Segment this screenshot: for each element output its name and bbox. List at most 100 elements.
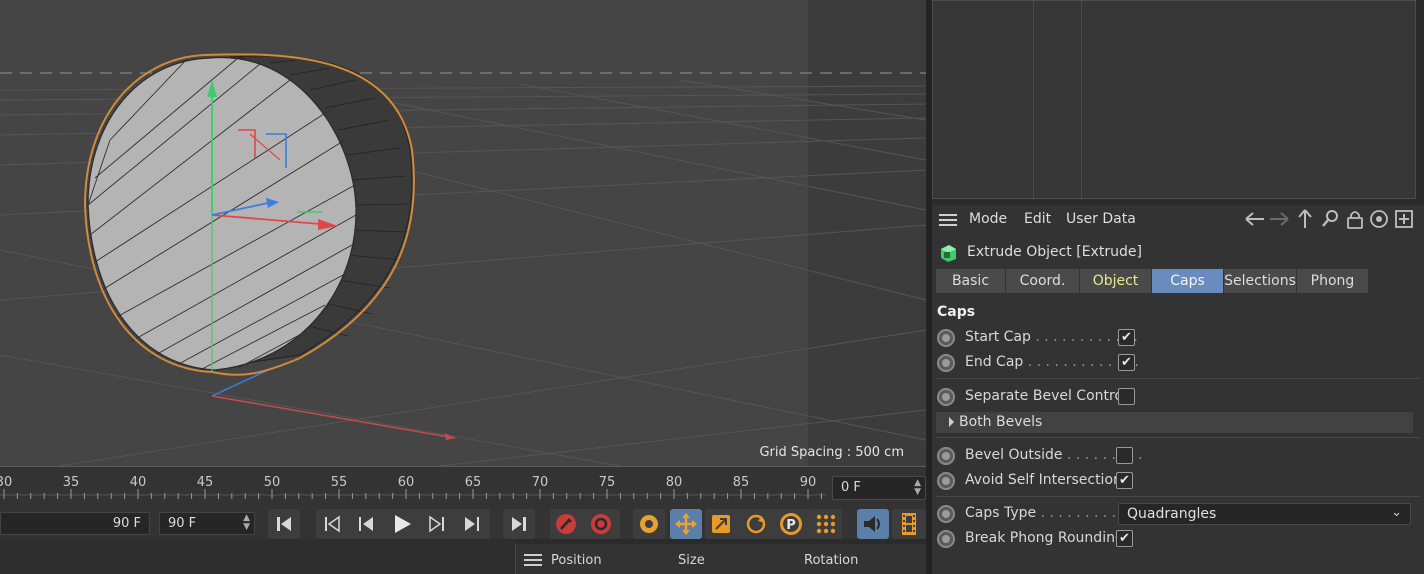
divider [936, 378, 1420, 379]
menu-user-data[interactable]: User Data [1066, 211, 1136, 227]
spinner-icon[interactable]: ▲ ▼ [243, 514, 250, 532]
go-to-start-icon [277, 517, 291, 531]
attribute-menubar: Mode Edit User Data [932, 205, 1424, 233]
separate-bevel-checkbox[interactable] [1118, 388, 1135, 405]
param-label: Break Phong Rounding [965, 530, 1124, 546]
tick-label: 35 [62, 475, 80, 490]
arrow-left-icon[interactable] [1244, 209, 1268, 229]
next-key-button[interactable] [456, 509, 488, 539]
go-to-start-button[interactable] [268, 509, 300, 539]
tick-label: 90 [799, 475, 817, 490]
animate-dot-icon[interactable] [937, 530, 955, 548]
lock-icon[interactable] [1345, 209, 1365, 229]
column-divider [1081, 1, 1082, 200]
tab-selections[interactable]: Selections [1224, 269, 1297, 293]
expand-triangle-icon[interactable] [949, 417, 954, 427]
position-header: Position [551, 553, 602, 568]
preview-end-field[interactable]: 90 F ▲ ▼ [159, 512, 255, 535]
prev-key-button[interactable] [316, 509, 348, 539]
tick-label: 60 [397, 475, 415, 490]
param-avoid-self-intersections: Avoid Self Intersections ✔ [932, 469, 1424, 493]
tick-label: 80 [665, 475, 683, 490]
size-header: Size [678, 553, 705, 568]
tab-coord[interactable]: Coord. [1006, 269, 1080, 293]
tick-label: 40 [129, 475, 147, 490]
go-to-end-icon [512, 517, 526, 531]
hamburger-icon[interactable] [524, 553, 542, 567]
end-cap-checkbox[interactable]: ✔ [1118, 354, 1135, 371]
attribute-tabs: Basic Coord. Object Caps Selections Phon… [936, 269, 1369, 293]
divider [936, 437, 1420, 438]
timeline-ruler[interactable]: 30 35 40 45 50 55 60 65 70 75 80 85 90 0… [0, 466, 926, 509]
arrow-right-icon[interactable] [1268, 209, 1292, 229]
param-label: End Cap [965, 354, 1024, 370]
play-icon [395, 515, 411, 533]
tick-label: 30 [0, 475, 13, 490]
caps-type-dropdown[interactable]: Quadrangles ⌄ [1118, 503, 1411, 525]
tab-caps[interactable]: Caps [1152, 269, 1224, 293]
go-to-end-button[interactable] [503, 509, 535, 539]
tick-label: 85 [732, 475, 750, 490]
prev-frame-icon [359, 517, 373, 531]
animate-dot-icon[interactable] [937, 329, 955, 347]
record-key-button[interactable] [550, 509, 582, 539]
film-button[interactable] [892, 509, 926, 539]
both-bevels-group[interactable]: Both Bevels [936, 412, 1413, 433]
search-icon[interactable] [1321, 209, 1341, 229]
rotate-key-button[interactable] [740, 509, 772, 539]
coordinate-manager-header: Position Size Rotation [515, 544, 926, 574]
gear-icon [640, 515, 658, 533]
new-panel-icon[interactable] [1394, 209, 1414, 229]
target-icon[interactable] [1369, 209, 1389, 229]
next-key-icon [465, 517, 479, 531]
prev-key-icon [325, 515, 340, 533]
pla-key-button[interactable] [810, 509, 842, 539]
break-phong-checkbox[interactable]: ✔ [1116, 530, 1133, 547]
animate-dot-icon[interactable] [937, 472, 955, 490]
svg-text:P: P [786, 518, 796, 533]
3d-viewport[interactable]: Grid Spacing : 500 cm [0, 0, 926, 466]
animate-dot-icon[interactable] [937, 505, 955, 523]
chevron-down-icon: ⌄ [1391, 505, 1402, 520]
move-key-button[interactable] [670, 509, 702, 539]
param-label: Start Cap [965, 329, 1031, 345]
speaker-icon [864, 516, 880, 532]
sound-button[interactable] [857, 509, 889, 539]
keyframe-selection-button[interactable] [633, 509, 665, 539]
spinner-icon[interactable]: ▲ ▼ [914, 479, 921, 497]
end-frame-field[interactable]: 90 F [0, 512, 150, 535]
scale-key-button[interactable] [705, 509, 737, 539]
avoid-self-checkbox[interactable]: ✔ [1116, 472, 1133, 489]
start-cap-checkbox[interactable]: ✔ [1118, 329, 1135, 346]
animate-dot-icon[interactable] [937, 447, 955, 465]
arrow-up-icon[interactable] [1296, 208, 1314, 230]
auto-key-button[interactable] [585, 509, 617, 539]
animate-dot-icon[interactable] [937, 354, 955, 372]
hamburger-icon[interactable] [939, 213, 957, 227]
caps-type-value: Quadrangles [1127, 506, 1217, 522]
point-grid-icon [816, 514, 836, 534]
next-frame-button[interactable] [421, 509, 453, 539]
tick-label: 50 [263, 475, 281, 490]
object-manager[interactable] [932, 0, 1416, 200]
menu-edit[interactable]: Edit [1024, 211, 1051, 227]
prev-frame-button[interactable] [350, 509, 382, 539]
bevel-outside-checkbox[interactable] [1116, 447, 1133, 464]
tab-object[interactable]: Object [1080, 269, 1152, 293]
tab-basic[interactable]: Basic [936, 269, 1006, 293]
play-button[interactable] [386, 509, 418, 539]
param-label: Avoid Self Intersections [965, 472, 1130, 488]
param-end-cap: End Cap . . . . . . . . . . . . . ✔ [932, 351, 1424, 375]
end-frame-value: 90 F [112, 516, 141, 531]
film-strip-icon [902, 513, 916, 535]
both-bevels-label: Both Bevels [959, 414, 1043, 430]
current-frame-field[interactable]: 0 F ▲ ▼ [832, 476, 926, 500]
column-divider [1033, 1, 1034, 200]
menu-mode[interactable]: Mode [969, 211, 1007, 227]
animate-dot-icon[interactable] [937, 388, 955, 406]
tab-phong[interactable]: Phong [1297, 269, 1369, 293]
preview-end-value: 90 F [168, 516, 197, 531]
parameter-key-button[interactable]: P [775, 509, 807, 539]
material-manager-strip [0, 539, 515, 574]
param-break-phong: Break Phong Rounding ✔ [932, 527, 1424, 551]
